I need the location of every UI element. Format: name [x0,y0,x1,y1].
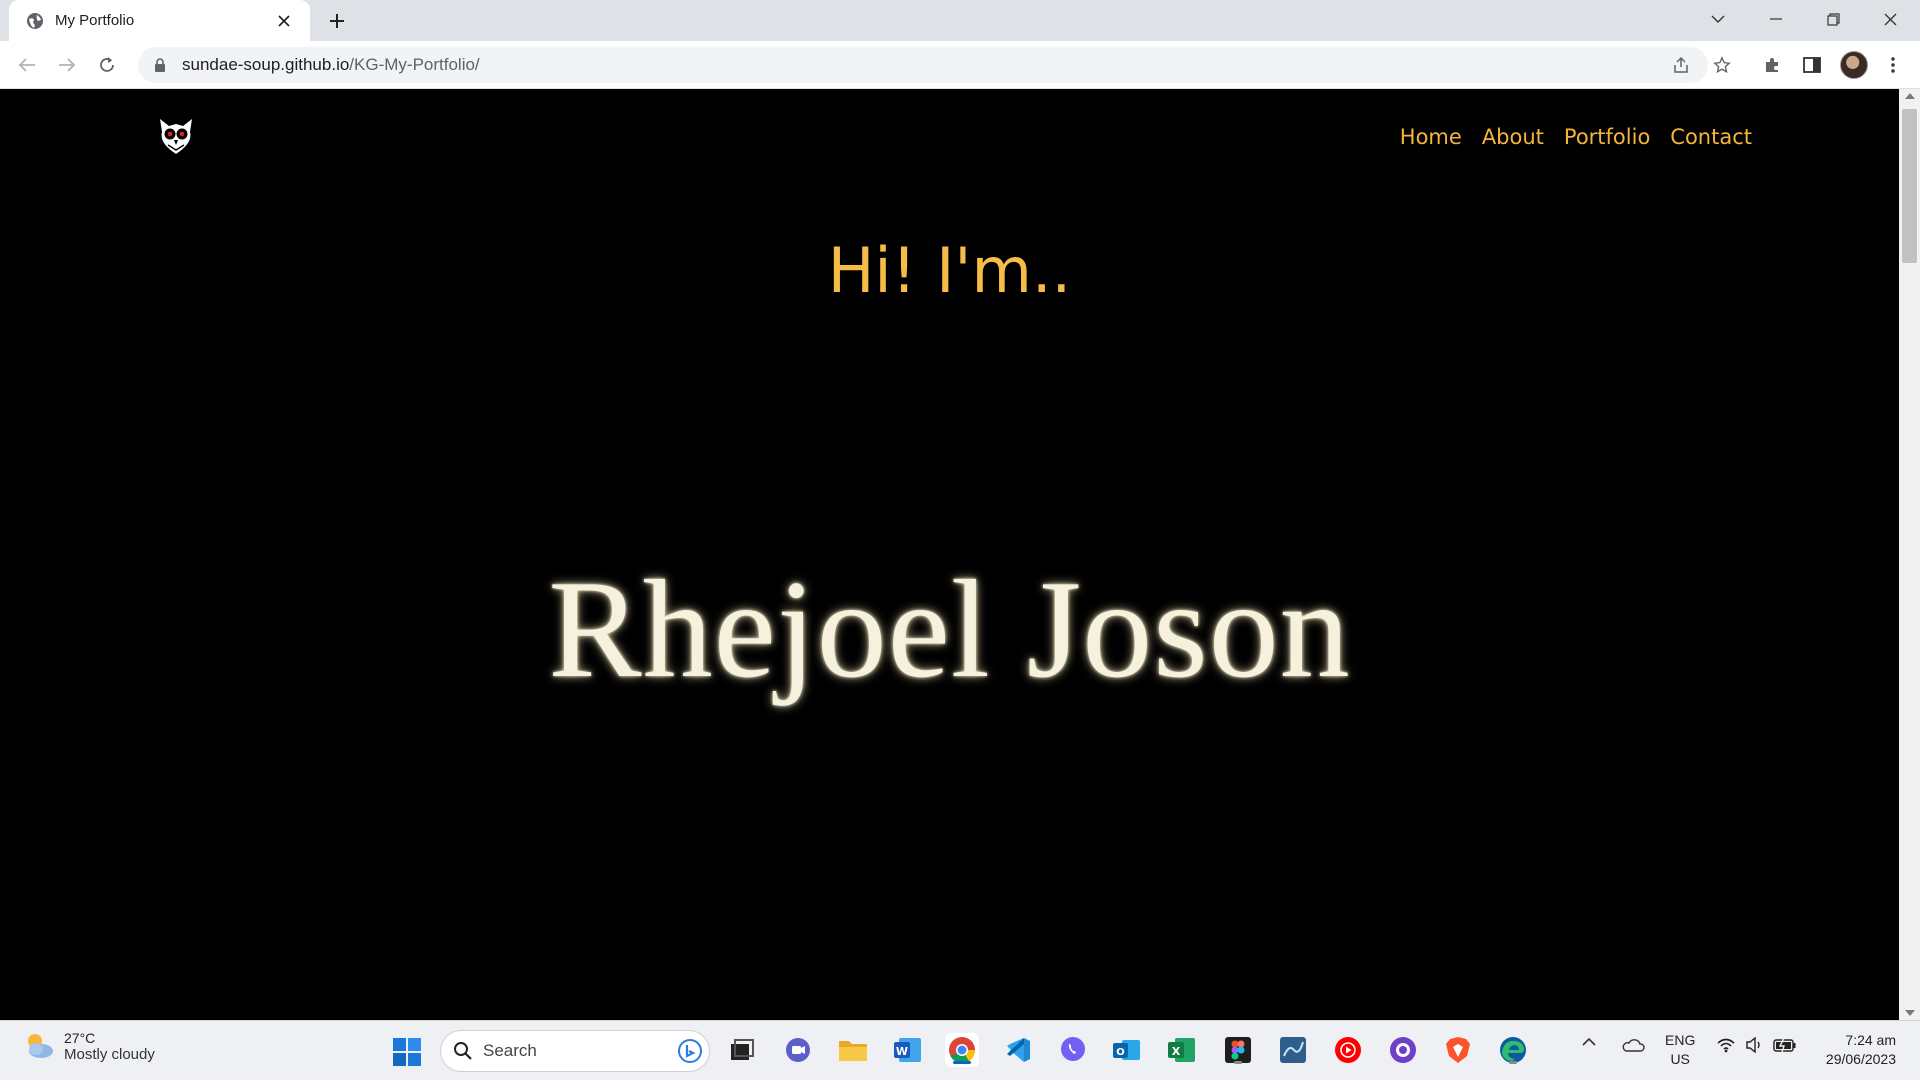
chrome-menu-icon[interactable] [1877,49,1909,81]
edge-icon[interactable] [1496,1033,1530,1067]
share-icon[interactable] [1665,49,1697,81]
running-app-indicator [1234,1061,1242,1064]
globe-icon [27,12,43,29]
extensions-puzzle-icon[interactable] [1756,49,1788,81]
windows-taskbar: 27°C Mostly cloudy Search W O X ENG US 7… [0,1020,1920,1080]
tab-search-icon[interactable] [1690,0,1746,38]
cloudy-weather-icon [28,1034,53,1058]
show-hidden-icons-chevron-icon[interactable] [1582,1037,1596,1047]
browser-tabstrip: My Portfolio [0,0,1920,41]
weather-temp: 27°C [64,1029,96,1046]
reload-button[interactable] [91,49,123,81]
file-explorer-icon[interactable] [836,1033,870,1067]
task-view-icon[interactable] [725,1033,759,1067]
lock-icon [155,58,165,72]
keyboard-region: US [1670,1051,1690,1067]
forward-button[interactable] [51,49,83,81]
windows-start-icon[interactable] [392,1037,422,1067]
search-icon [454,1042,472,1060]
battery-charging-icon[interactable] [1773,1037,1797,1053]
clock-date: 29/06/2023 [1825,1051,1896,1067]
nav-about-link[interactable]: About [1482,125,1544,149]
url-host: sundae-soup.github.io [182,55,350,74]
viber-icon[interactable] [1056,1033,1090,1067]
nav-home-link[interactable]: Home [1400,125,1462,149]
youtube-music-icon[interactable] [1331,1033,1365,1067]
side-panel-icon[interactable] [1796,49,1828,81]
page-viewport: Home About Portfolio Contact Hi! I'm.. R… [0,89,1899,1020]
page-scrollbar[interactable] [1899,89,1920,1020]
hero-greeting: Hi! I'm.. [827,234,1072,307]
github-desktop-icon[interactable] [1386,1033,1420,1067]
outlook-icon[interactable]: O [1110,1033,1144,1067]
figma-icon[interactable] [1221,1033,1255,1067]
nav-contact-link[interactable]: Contact [1670,125,1752,149]
scroll-up-arrow-icon[interactable] [1905,93,1915,99]
weather-widget[interactable]: 27°C Mostly cloudy [22,1029,155,1063]
svg-text:W: W [896,1045,908,1058]
hero-name: Rhejoel Joson [548,552,1351,707]
restore-button[interactable] [1805,0,1861,38]
close-window-button[interactable] [1862,0,1918,38]
running-app-indicator [1509,1061,1517,1064]
bookmark-star-icon[interactable] [1706,49,1738,81]
bing-icon[interactable] [677,1038,703,1064]
site-nav: Home About Portfolio Contact [1400,125,1752,149]
wifi-icon[interactable] [1716,1037,1736,1053]
sql-workbench-icon[interactable] [1276,1033,1310,1067]
url-path: /KG-My-Portfolio/ [349,55,480,74]
scrollbar-thumb[interactable] [1902,109,1917,263]
svg-text:O: O [1116,1047,1125,1058]
language-code: ENG [1665,1032,1696,1048]
owl-logo-icon[interactable] [157,116,195,156]
taskbar-search-box[interactable]: Search [440,1030,710,1072]
chrome-icon[interactable] [945,1033,979,1067]
browser-toolbar: sundae-soup.github.io/KG-My-Portfolio/ [0,41,1920,89]
back-button[interactable] [11,49,43,81]
excel-icon[interactable]: X [1165,1033,1199,1067]
nav-portfolio-link[interactable]: Portfolio [1564,125,1650,149]
svg-text:X: X [1172,1045,1181,1058]
address-bar[interactable]: sundae-soup.github.io/KG-My-Portfolio/ [138,47,1708,83]
profile-avatar[interactable] [1840,51,1868,79]
tab-title: My Portfolio [55,12,135,29]
close-tab-icon[interactable] [272,9,296,33]
url-text: sundae-soup.github.io/KG-My-Portfolio/ [182,55,480,75]
volume-icon[interactable] [1745,1037,1763,1053]
browser-tab[interactable]: My Portfolio [9,0,310,41]
new-tab-button[interactable] [322,8,352,34]
onedrive-cloud-icon[interactable] [1621,1037,1645,1053]
system-clock[interactable]: 7:24 am 29/06/2023 [1810,1031,1896,1069]
brave-icon[interactable] [1441,1033,1475,1067]
clock-time: 7:24 am [1845,1032,1896,1048]
teams-chat-icon[interactable] [781,1033,815,1067]
word-icon[interactable]: W [891,1033,925,1067]
vscode-icon[interactable] [1001,1033,1035,1067]
active-app-indicator [953,1061,971,1064]
input-language-indicator[interactable]: ENG US [1665,1031,1695,1069]
scroll-down-arrow-icon[interactable] [1905,1010,1915,1016]
search-placeholder: Search [483,1041,537,1060]
minimize-button[interactable] [1748,0,1804,38]
weather-condition: Mostly cloudy [64,1045,155,1063]
